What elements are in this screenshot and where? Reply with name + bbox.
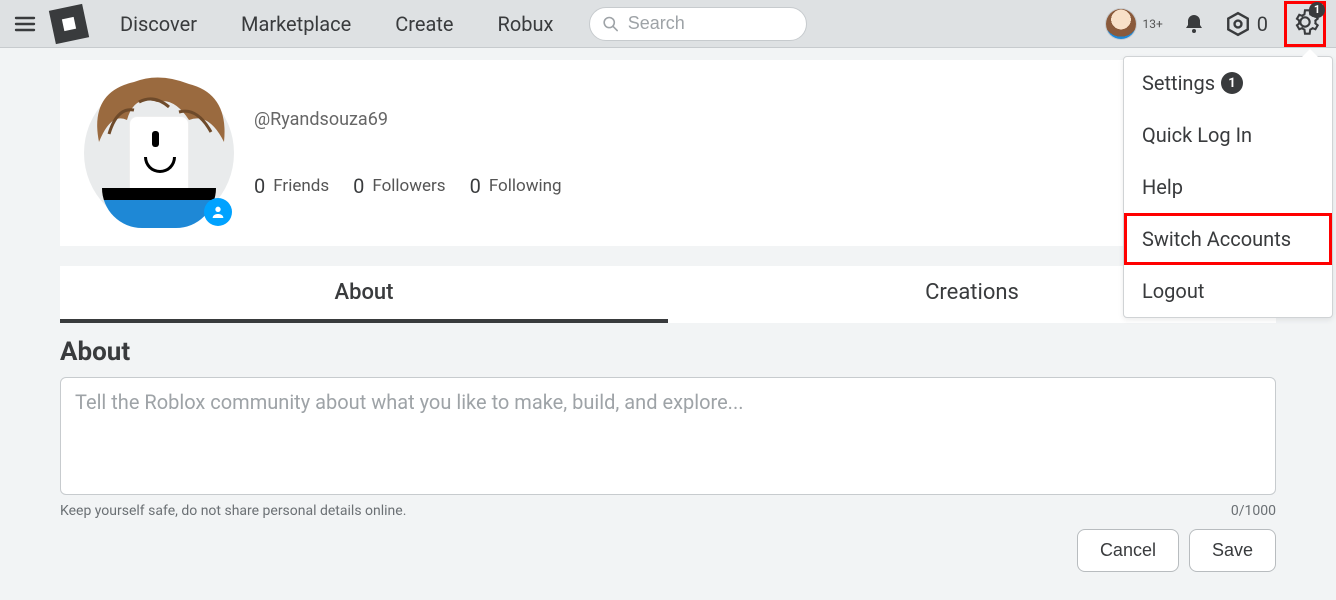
stat-value: 0 [254,174,265,198]
stat-label: Friends [273,176,329,196]
dropdown-quick-login[interactable]: Quick Log In [1124,109,1332,161]
profile-info: @Ryandsouza69 0 Friends 0 Followers 0 Fo… [254,109,1252,198]
dropdown-label: Settings [1142,71,1215,95]
nav-marketplace[interactable]: Marketplace [223,6,369,42]
notifications-icon[interactable] [1179,9,1209,39]
about-footer-row: Keep yourself safe, do not share persona… [60,503,1276,519]
stat-followers[interactable]: 0 Followers [353,174,445,198]
about-textarea[interactable] [60,377,1276,495]
dropdown-label: Switch Accounts [1142,227,1291,251]
friend-badge-icon [204,198,232,226]
profile-tabs: About Creations [60,266,1276,323]
char-counter: 0/1000 [1231,503,1276,519]
stat-label: Following [489,176,562,196]
dropdown-label: Quick Log In [1142,123,1252,147]
search-input[interactable] [628,13,795,34]
dropdown-badge: 1 [1221,72,1243,94]
settings-dropdown: Settings 1 Quick Log In Help Switch Acco… [1123,56,1333,318]
stat-following[interactable]: 0 Following [470,174,562,198]
dropdown-help[interactable]: Help [1124,161,1332,213]
robux-icon [1225,11,1251,37]
roblox-logo[interactable] [49,3,89,43]
search-box[interactable] [589,7,807,41]
robux-count: 0 [1257,12,1268,36]
profile-avatar[interactable] [84,78,234,228]
about-buttons: Cancel Save [60,529,1276,572]
dropdown-label: Help [1142,175,1183,199]
cancel-button[interactable]: Cancel [1077,529,1179,572]
dropdown-logout[interactable]: Logout [1124,265,1332,317]
avatar-icon[interactable] [1106,9,1136,39]
stat-value: 0 [470,174,481,198]
nav-robux[interactable]: Robux [480,6,572,42]
safety-note: Keep yourself safe, do not share persona… [60,503,406,519]
robux-balance[interactable]: 0 [1225,11,1268,37]
about-section: About Keep yourself safe, do not share p… [60,337,1276,572]
search-icon [602,14,619,34]
nav-discover[interactable]: Discover [102,6,215,42]
tab-about[interactable]: About [60,266,668,323]
profile-stats: 0 Friends 0 Followers 0 Following [254,174,1252,198]
settings-gear-button[interactable]: 1 [1284,1,1326,47]
dropdown-settings[interactable]: Settings 1 [1124,57,1332,109]
gear-badge: 1 [1309,2,1325,18]
top-nav: Discover Marketplace Create Robux 13+ 0 … [0,0,1336,48]
stat-friends[interactable]: 0 Friends [254,174,329,198]
nav-right: 13+ 0 1 [1106,1,1328,47]
profile-username: @Ryandsouza69 [254,109,1252,130]
nav-links: Discover Marketplace Create Robux [102,6,571,42]
stat-value: 0 [353,174,364,198]
dropdown-switch-accounts[interactable]: Switch Accounts [1124,213,1332,265]
dropdown-label: Logout [1142,279,1204,303]
avatar-face [129,116,189,196]
stat-label: Followers [372,176,445,196]
save-button[interactable]: Save [1189,529,1276,572]
age-label: 13+ [1142,17,1162,31]
section-heading: About [60,337,1276,367]
nav-create[interactable]: Create [377,6,471,42]
profile-header-card: @Ryandsouza69 0 Friends 0 Followers 0 Fo… [60,60,1276,246]
avatar-body [102,188,216,228]
menu-icon[interactable] [8,7,42,41]
